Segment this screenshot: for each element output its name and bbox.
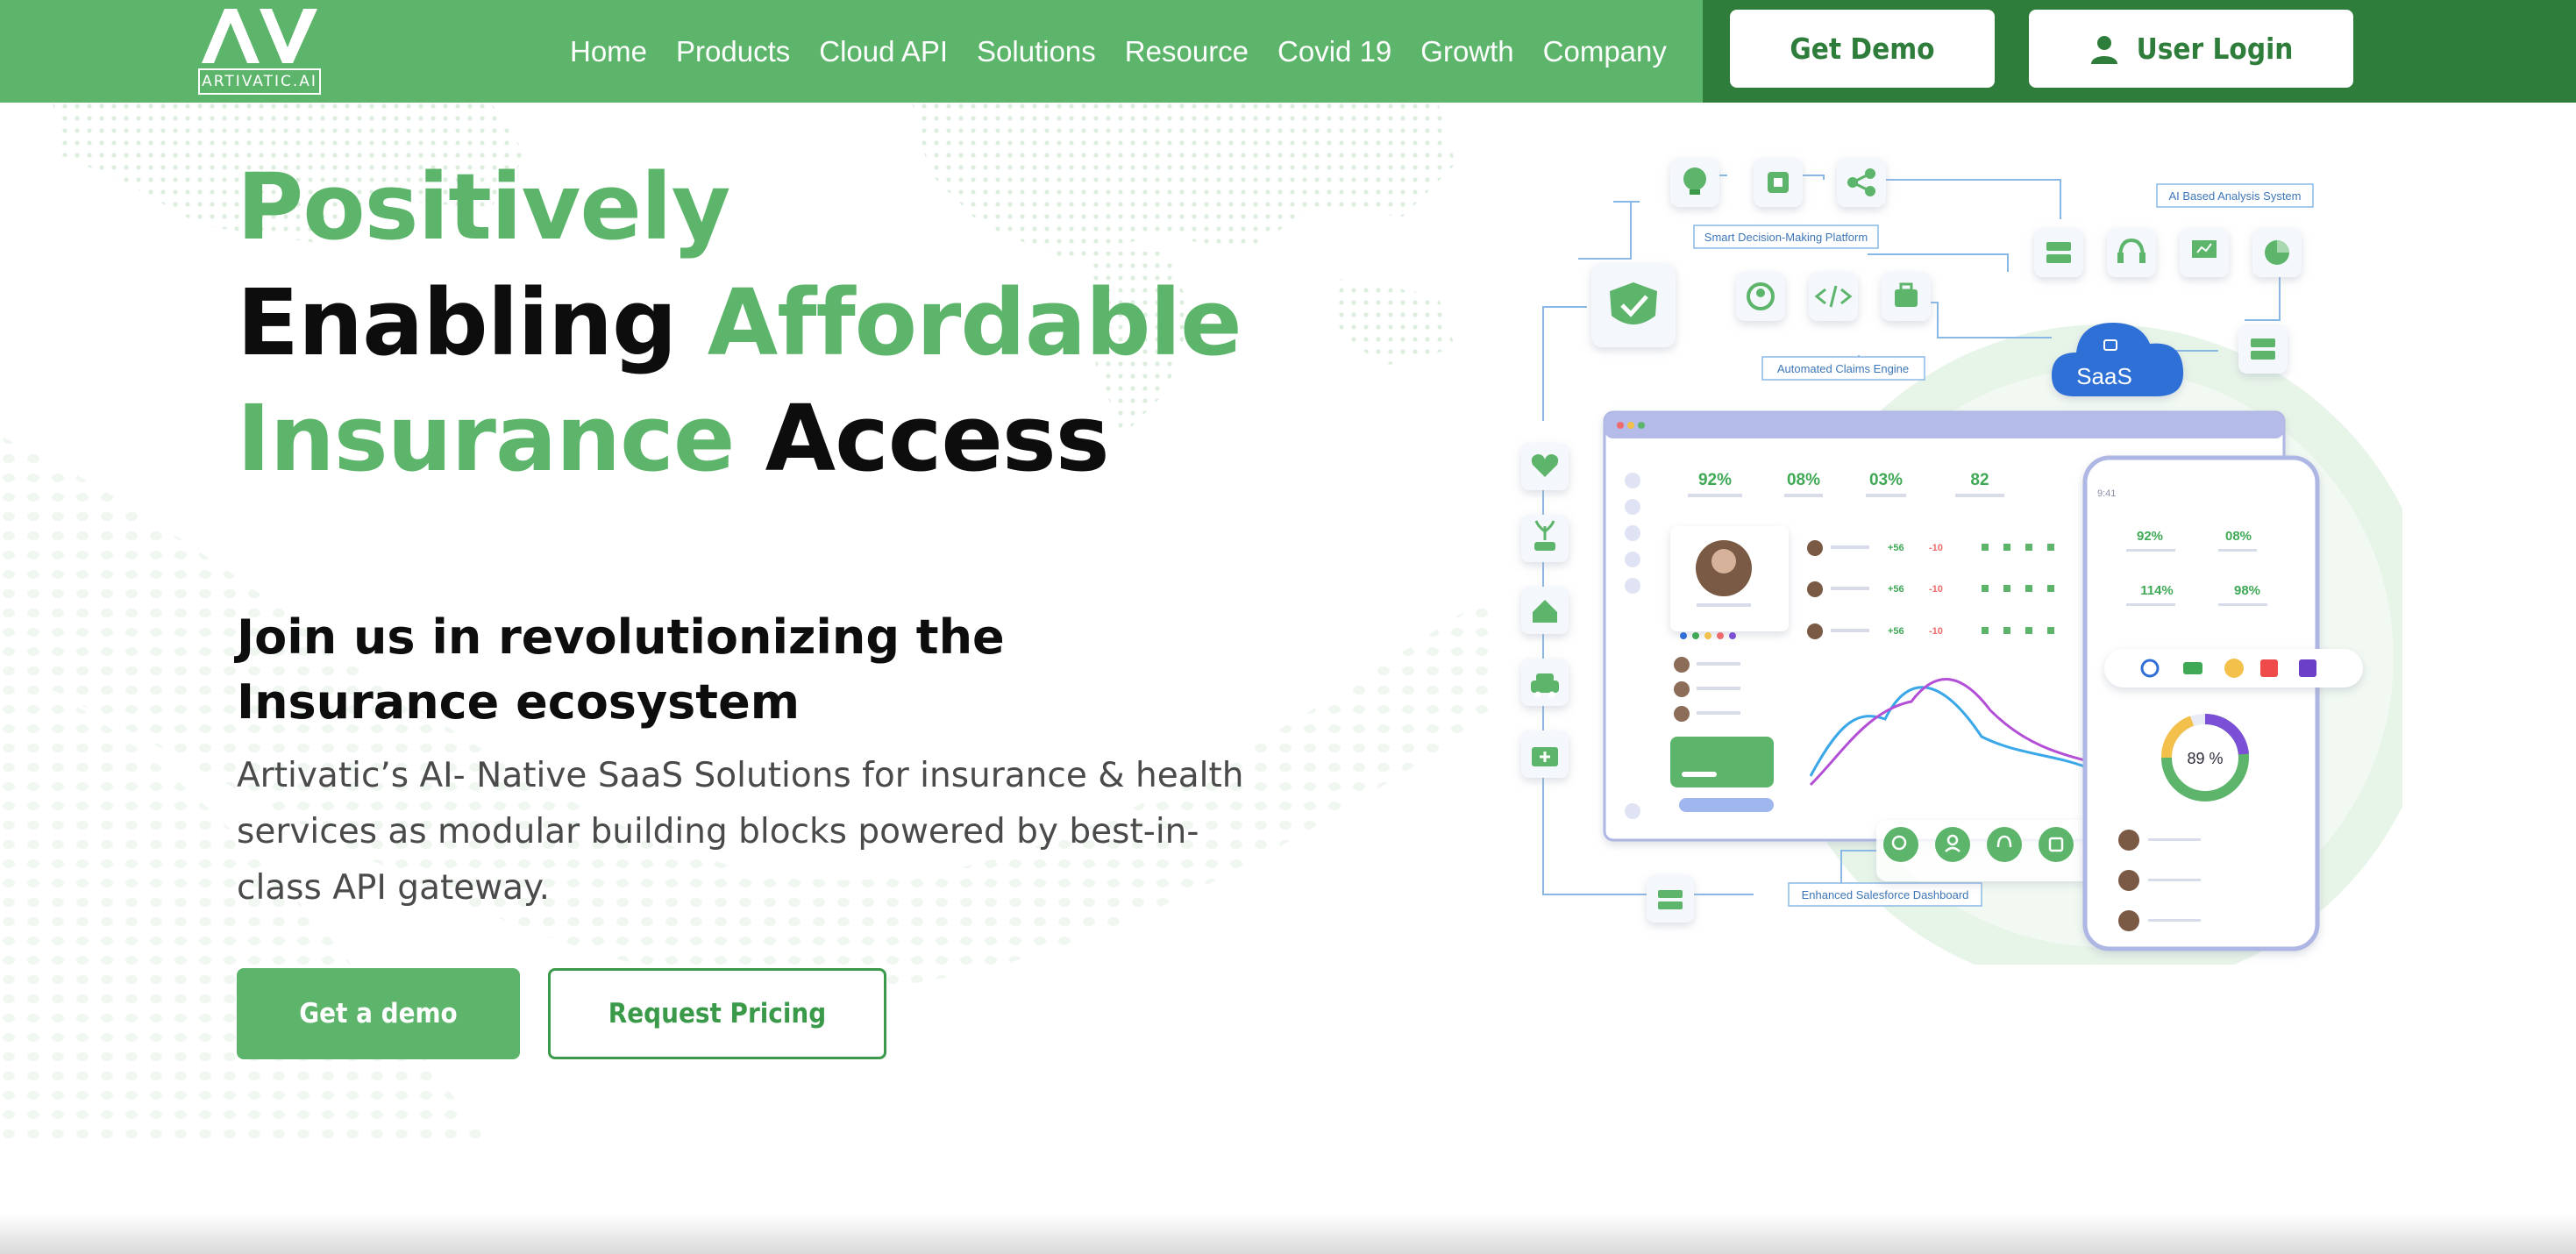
hero-title-access: Access (765, 385, 1110, 492)
nav-products[interactable]: Products (676, 35, 790, 68)
phone-stat-4: 98% (2234, 583, 2260, 598)
request-pricing-button[interactable]: Request Pricing (548, 968, 886, 1059)
nav-solutions[interactable]: Solutions (977, 35, 1096, 68)
row1-down: -10 (1929, 543, 1943, 553)
phone-stat-1: 92% (2137, 529, 2163, 544)
user-login-label: User Login (2136, 32, 2294, 66)
user-login-button[interactable]: User Login (2029, 10, 2353, 88)
nav-growth[interactable]: Growth (1420, 35, 1513, 68)
donut-value: 89 % (2187, 750, 2223, 767)
hero-description: Artivatic’s AI- Native SaaS Solutions fo… (237, 756, 1244, 908)
phone-stat-2: 08% (2225, 529, 2252, 544)
label-smart-decision: Smart Decision-Making Platform (1704, 231, 1868, 244)
phone-stat-3: 114% (2140, 583, 2174, 598)
hero-title-affordable: Affordable (707, 269, 1242, 376)
hero-title: Positively Enabling Affordable Insurance… (237, 149, 1377, 496)
main-nav: Home Products Cloud API Solutions Resour… (570, 0, 1667, 103)
user-icon (2090, 35, 2117, 64)
artivatic-logo[interactable]: ARTIVATIC.AI (198, 7, 321, 95)
row2-up: +56 (1888, 584, 1904, 595)
get-a-demo-button[interactable]: Get a demo (237, 968, 520, 1059)
get-demo-button[interactable]: Get Demo (1730, 10, 1995, 88)
medical-kit-icon (1532, 747, 1558, 766)
presentation-icon (2192, 240, 2217, 258)
top-navbar: ARTIVATIC.AI Home Products Cloud API Sol… (0, 0, 2576, 103)
nav-home[interactable]: Home (570, 35, 647, 68)
row1-up: +56 (1888, 543, 1904, 553)
hero-title-line1: Positively (237, 153, 730, 260)
hero-title-insurance: Insurance (237, 385, 765, 492)
row2-down: -10 (1929, 584, 1943, 595)
hero-subheading: Join us in revolutionizing the Insurance… (237, 609, 1005, 730)
phone-time: 9:41 (2097, 488, 2116, 499)
label-claims-engine: Automated Claims Engine (1777, 362, 1909, 375)
get-a-demo-label: Get a demo (299, 998, 458, 1030)
row3-down: -10 (1929, 626, 1943, 637)
shield-check-icon (1610, 282, 1657, 324)
dash-stat-1: 92% (1698, 471, 1732, 489)
row3-up: +56 (1888, 626, 1904, 637)
chip-icon (1768, 172, 1789, 193)
request-pricing-label: Request Pricing (608, 998, 827, 1030)
bottom-fade (0, 1215, 2576, 1254)
logo-text: ARTIVATIC.AI (198, 68, 321, 95)
nav-covid-19[interactable]: Covid 19 (1277, 35, 1391, 68)
nav-cloud-api[interactable]: Cloud API (819, 35, 948, 68)
label-salesforce-dashboard: Enhanced Salesforce Dashboard (1802, 888, 1969, 901)
hero-title-enabling: Enabling (237, 269, 708, 376)
pie-chart-icon (2265, 240, 2289, 265)
nav-company[interactable]: Company (1543, 35, 1667, 68)
logo-mark-icon (202, 9, 317, 63)
dash-stat-2: 08% (1787, 471, 1820, 489)
dash-stat-4: 82 (1970, 471, 1989, 489)
get-demo-label: Get Demo (1790, 32, 1935, 66)
dash-stat-3: 03% (1869, 471, 1903, 489)
saas-label: SaaS (2076, 363, 2132, 389)
saas-platform-illustration: Smart Decision-Making Platform AI Based … (1521, 158, 2402, 965)
nav-resource[interactable]: Resource (1125, 35, 1249, 68)
label-ai-analysis: AI Based Analysis System (2168, 189, 2301, 203)
